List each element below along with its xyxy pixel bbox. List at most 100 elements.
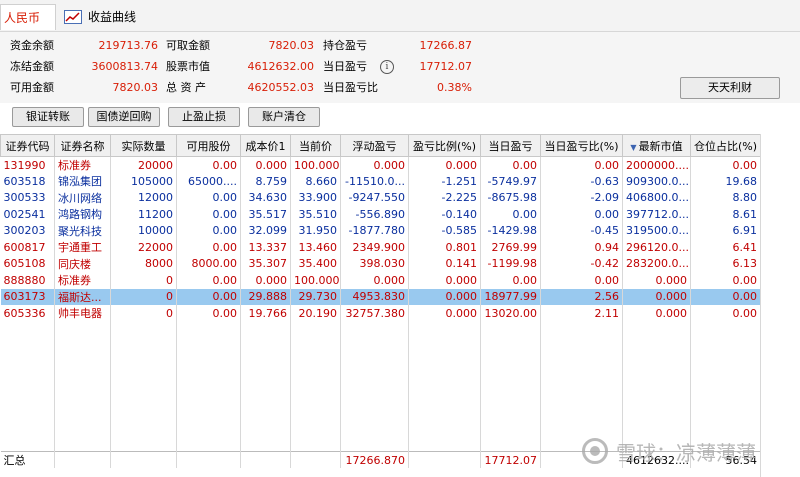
available-amount-label: 可用金额 (10, 81, 54, 94)
table-cell: 0.00 (176, 288, 241, 305)
tab-rmb[interactable]: 人民币 (0, 4, 56, 30)
col-header[interactable]: 当日盈亏 (480, 134, 541, 157)
bank-transfer-button[interactable]: 银证转账 (12, 107, 84, 127)
col-header[interactable]: 实际数量 (110, 134, 177, 157)
table-cell: 0.000 (240, 156, 291, 173)
table-cell: -2.09 (540, 189, 623, 206)
holdings-table-container: 证券代码 证券名称 实际数量 可用股份 成本价1 当前价 浮动盈亏 盈亏比例(%… (0, 134, 800, 477)
table-cell: 2769.99 (480, 239, 541, 256)
table-cell: 10000 (110, 222, 177, 239)
withdrawable-label: 可取金额 (166, 39, 210, 52)
table-cell: 34.630 (240, 189, 291, 206)
table-cell: 605336 (0, 305, 55, 322)
col-header-sorted[interactable]: ▼ 最新市值 (622, 134, 691, 157)
total-daily-pnl: 17712.07 (480, 451, 541, 468)
table-row[interactable]: 300203 聚光科技 10000 0.00 32.099 31.950 -1877.780… (0, 222, 761, 239)
table-cell: 65000.... (176, 173, 241, 190)
table-cell: 鸿路钢构 (54, 206, 111, 223)
table-cell: -2.225 (408, 189, 481, 206)
table-cell: 35.400 (290, 255, 341, 272)
table-row[interactable]: 603518 锦泓集团 105000 65000.... 8.759 8.660 -1151… (0, 173, 761, 190)
col-header[interactable]: 证券代码 (0, 134, 55, 157)
col-header[interactable]: 仓位占比(%) (690, 134, 761, 157)
table-cell: 29.730 (290, 288, 341, 305)
table-cell: 0.00 (176, 305, 241, 322)
table-cell: 0.00 (690, 272, 761, 289)
table-cell: 406800.0... (622, 189, 691, 206)
table-cell: 20000 (110, 156, 177, 173)
table-cell: -0.42 (540, 255, 623, 272)
total-floating-pnl: 17266.870 (340, 451, 409, 468)
daily-pnl-ratio-label: 当日盈亏比 (323, 81, 378, 94)
table-cell: 0.00 (480, 156, 541, 173)
table-cell: 300203 (0, 222, 55, 239)
table-cell: 8000 (110, 255, 177, 272)
table-row[interactable]: 600817 宇通重工 22000 0.00 13.337 13.460 2349.900 0… (0, 239, 761, 256)
take-profit-stop-loss-button[interactable]: 止盈止损 (168, 107, 240, 127)
table-cell: 397712.0... (622, 206, 691, 223)
empty-area (0, 321, 761, 452)
col-header[interactable]: 当日盈亏比(%) (540, 134, 623, 157)
table-cell: 0.000 (340, 272, 409, 289)
col-header[interactable]: 可用股份 (176, 134, 241, 157)
col-header[interactable]: 证券名称 (54, 134, 111, 157)
table-cell: 2349.900 (340, 239, 409, 256)
table-cell: 0.000 (240, 272, 291, 289)
table-cell: 宇通重工 (54, 239, 111, 256)
table-cell: 909300.0... (622, 173, 691, 190)
table-cell: 0.000 (622, 305, 691, 322)
clear-positions-button[interactable]: 账户清仓 (248, 107, 320, 127)
table-cell: 2000000.... (622, 156, 691, 173)
table-cell: 100.000 (290, 272, 341, 289)
col-header-label: 最新市值 (638, 139, 683, 153)
table-cell: -9247.550 (340, 189, 409, 206)
table-cell: 300533 (0, 189, 55, 206)
table-row[interactable]: 300533 冰川网络 12000 0.00 34.630 33.900 -9247.550… (0, 189, 761, 206)
table-row[interactable]: 002541 鸿路钢构 11200 0.00 35.517 35.510 -556.890-… (0, 206, 761, 223)
table-cell: 0.801 (408, 239, 481, 256)
table-cell: 0.00 (540, 156, 623, 173)
table-cell: 0 (110, 305, 177, 322)
table-cell: 0.000 (622, 272, 691, 289)
table-cell: 0.000 (408, 272, 481, 289)
table-cell: 0 (110, 272, 177, 289)
table-right-blank (760, 134, 800, 477)
daily-pnl-ratio-value: 0.38% (437, 81, 472, 94)
table-cell: 32.099 (240, 222, 291, 239)
table-row[interactable]: 603173 福斯达... 0 0.00 29.888 29.730 4953.830 0.0… (0, 288, 761, 305)
table-cell: 0.000 (340, 156, 409, 173)
table-cell: 13.460 (290, 239, 341, 256)
table-cell: -1199.98 (480, 255, 541, 272)
table-cell: 33.900 (290, 189, 341, 206)
tiantian-licai-button[interactable]: 天天利财 (680, 77, 780, 99)
reverse-repo-button[interactable]: 国债逆回购 (88, 107, 160, 127)
table-cell: 0.000 (408, 305, 481, 322)
table-cell: 福斯达... (54, 288, 111, 305)
table-cell: 0.00 (176, 272, 241, 289)
table-row[interactable]: 605108 同庆楼 8000 8000.00 35.307 35.400 398.030 0… (0, 255, 761, 272)
col-header[interactable]: 盈亏比例(%) (408, 134, 481, 157)
total-assets-label: 总 资 产 (166, 81, 206, 94)
col-header[interactable]: 当前价 (290, 134, 341, 157)
tab-profit-curve[interactable]: 收益曲线 (64, 4, 154, 30)
table-cell: -0.63 (540, 173, 623, 190)
col-header[interactable]: 成本价1 (240, 134, 291, 157)
table-cell: 20.190 (290, 305, 341, 322)
info-icon[interactable]: i (380, 60, 394, 74)
table-row[interactable]: 131990 标准券 20000 0.00 0.000 100.000 0.000 0.000… (0, 156, 761, 173)
stock-value-label: 股票市值 (166, 60, 210, 73)
table-cell: 0.00 (176, 239, 241, 256)
holdings-table: 证券代码 证券名称 实际数量 可用股份 成本价1 当前价 浮动盈亏 盈亏比例(%… (0, 134, 761, 468)
col-header[interactable]: 浮动盈亏 (340, 134, 409, 157)
table-row[interactable]: 888880 标准券 0 0.00 0.000 100.000 0.000 0.000 0.00… (0, 272, 761, 289)
table-cell: 605108 (0, 255, 55, 272)
table-cell: 8000.00 (176, 255, 241, 272)
fund-balance-value: 219713.76 (98, 39, 159, 52)
table-cell: 100.000 (290, 156, 341, 173)
table-cell: 600817 (0, 239, 55, 256)
table-row[interactable]: 605336 帅丰电器 0 0.00 19.766 20.190 32757.380 0.00… (0, 305, 761, 322)
table-cell: 6.41 (690, 239, 761, 256)
table-cell: 13020.00 (480, 305, 541, 322)
daily-pnl-value: 17712.07 (419, 60, 473, 73)
table-cell: 31.950 (290, 222, 341, 239)
